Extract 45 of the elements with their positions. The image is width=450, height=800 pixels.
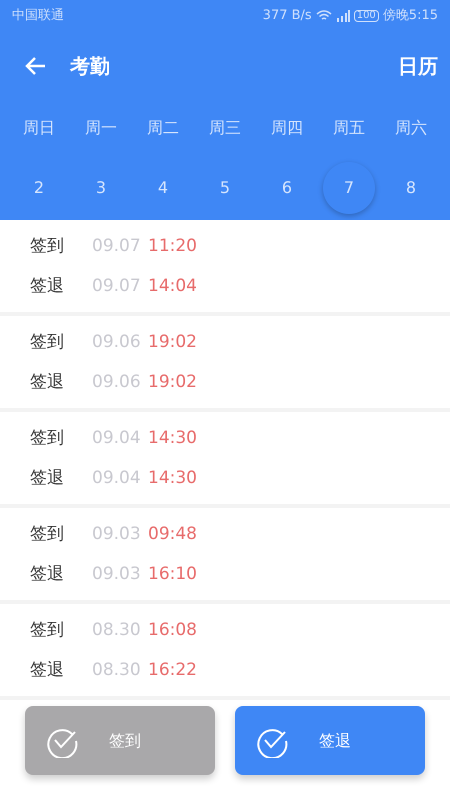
record-time: 19:02 xyxy=(148,331,197,354)
weekday-label: 周五 xyxy=(332,117,366,139)
record-type: 签到 xyxy=(30,619,65,642)
record-time: 16:22 xyxy=(148,659,197,682)
date-button[interactable]: 3 xyxy=(75,162,127,214)
record-time: 19:02 xyxy=(148,371,197,394)
record-time: 09:48 xyxy=(148,523,197,546)
back-arrow-icon xyxy=(24,56,46,76)
record-time: 14:30 xyxy=(148,427,197,450)
page-title: 考勤 xyxy=(70,53,111,80)
record-type: 签退 xyxy=(30,371,65,394)
date-button[interactable]: 4 xyxy=(137,162,189,214)
check-button[interactable]: 签退 xyxy=(235,706,425,775)
battery-indicator: 100 xyxy=(354,10,379,22)
signal-icon xyxy=(336,10,350,22)
weekday-label: 周日 xyxy=(22,117,56,139)
record-time: 11:20 xyxy=(148,235,197,258)
weekday-label: 周六 xyxy=(394,117,428,139)
date-button[interactable]: 2 xyxy=(13,162,65,214)
record-type: 签退 xyxy=(30,563,65,586)
weekday-label: 周二 xyxy=(146,117,180,139)
record-time: 14:04 xyxy=(148,275,197,298)
record-type: 签退 xyxy=(30,467,65,490)
network-speed: 377 B/s xyxy=(262,7,312,26)
date-button[interactable]: 8 xyxy=(385,162,437,214)
date-button[interactable]: 7 xyxy=(323,162,375,214)
wifi-icon xyxy=(316,10,332,22)
record-type: 签到 xyxy=(30,331,65,354)
date-button[interactable]: 5 xyxy=(199,162,251,214)
record-type: 签退 xyxy=(30,275,65,298)
record-time: 14:30 xyxy=(148,467,197,490)
record-type: 签到 xyxy=(30,427,65,450)
record-type: 签到 xyxy=(30,523,65,546)
clock-text: 傍晚5:15 xyxy=(382,7,438,26)
record-time: 16:10 xyxy=(148,563,197,586)
weekday-label: 周一 xyxy=(84,117,118,139)
weekday-label: 周三 xyxy=(208,117,242,139)
date-button[interactable]: 6 xyxy=(261,162,313,214)
back-button[interactable] xyxy=(24,56,46,76)
record-type: 签退 xyxy=(30,659,65,682)
calendar-button[interactable]: 日历 xyxy=(398,51,438,81)
record-type: 签到 xyxy=(30,235,65,258)
weekday-label: 周四 xyxy=(270,117,304,139)
record-time: 16:08 xyxy=(148,619,197,642)
carrier-text: 中国联通 xyxy=(12,7,64,26)
